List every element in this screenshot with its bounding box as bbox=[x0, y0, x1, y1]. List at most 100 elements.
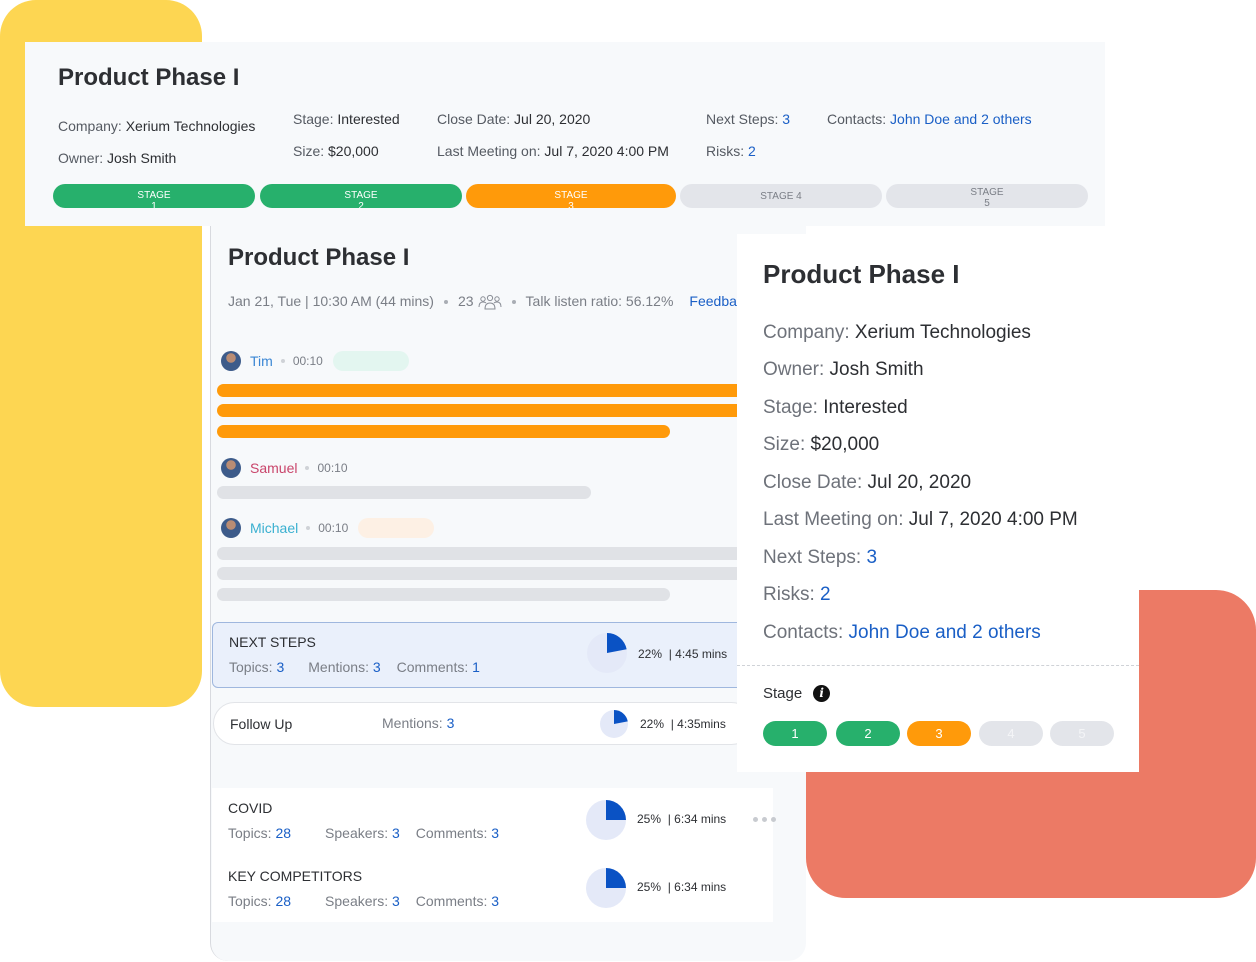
stage-bar-5[interactable]: STAGE 5 bbox=[886, 184, 1088, 208]
stage-bar-4[interactable]: STAGE 4 bbox=[680, 184, 882, 208]
company-field: Company: Xerium Technologies bbox=[763, 322, 1031, 343]
pie-slice bbox=[606, 800, 626, 820]
stage-pill-4[interactable]: 4 bbox=[979, 721, 1043, 746]
stage-section-label: Stage i bbox=[763, 685, 831, 702]
topic-name: KEY COMPETITORS bbox=[228, 868, 363, 884]
transcript-line bbox=[217, 547, 747, 560]
next-steps-field: Next Steps: 3 bbox=[706, 111, 791, 127]
topic-stats: Topics: 28 Speakers: 3 Comments: 3 bbox=[228, 893, 500, 909]
comments-count[interactable]: 1 bbox=[472, 659, 480, 675]
speaker-name[interactable]: Tim bbox=[250, 353, 273, 369]
topic-name: NEXT STEPS bbox=[229, 634, 316, 650]
topic-row-follow-up[interactable]: Follow Up Mentions: 3 22% | 4:35mins bbox=[213, 702, 753, 745]
topic-share: 22% | 4:45 mins bbox=[638, 647, 728, 661]
speaker-name[interactable]: Samuel bbox=[250, 460, 297, 476]
topic-name: Follow Up bbox=[230, 716, 293, 732]
contacts-field: Contacts: John Doe and 2 others bbox=[763, 622, 1041, 643]
topic-share: 22% | 4:35mins bbox=[640, 717, 726, 731]
transcript-line bbox=[217, 567, 747, 580]
comments-count[interactable]: 3 bbox=[491, 825, 499, 841]
topic-share: 25% | 6:34 mins bbox=[637, 880, 727, 894]
owner-field: Owner: Josh Smith bbox=[58, 150, 177, 166]
close-date-field: Close Date: Jul 20, 2020 bbox=[437, 111, 591, 127]
meeting-datetime: Jan 21, Tue | 10:30 AM (44 mins) bbox=[228, 293, 434, 309]
next-steps-field: Next Steps: 3 bbox=[763, 547, 878, 568]
size-field: Size: $20,000 bbox=[763, 434, 880, 455]
mentions-count[interactable]: 3 bbox=[373, 659, 381, 675]
separator-dot bbox=[305, 466, 310, 470]
topics-count[interactable]: 3 bbox=[276, 659, 284, 675]
contacts-field: Contacts: John Doe and 2 others bbox=[827, 111, 1032, 127]
meeting-title: Product Phase I bbox=[228, 244, 410, 271]
speaker-name[interactable]: Michael bbox=[250, 520, 298, 536]
speakers-count[interactable]: 3 bbox=[392, 825, 400, 841]
next-steps-link[interactable]: 3 bbox=[782, 111, 790, 127]
risks-link[interactable]: 2 bbox=[748, 143, 756, 159]
meeting-meta: Jan 21, Tue | 10:30 AM (44 mins) 23 Talk l… bbox=[228, 293, 751, 310]
contacts-link[interactable]: John Doe and 2 others bbox=[890, 111, 1032, 127]
stage-field: Stage: Interested bbox=[293, 111, 400, 127]
stage-bar-3[interactable]: STAGE 3 bbox=[466, 184, 676, 208]
transcript-line bbox=[217, 404, 747, 417]
participant-count: 23 bbox=[457, 293, 474, 309]
stage-pill-1[interactable]: 1 bbox=[763, 721, 827, 746]
more-options-icon[interactable] bbox=[753, 817, 776, 822]
speakers-count[interactable]: 3 bbox=[392, 893, 400, 909]
avatar bbox=[221, 351, 241, 371]
transcript-line bbox=[217, 384, 747, 397]
topic-pie-chart bbox=[586, 868, 626, 908]
topics-list: COVID Topics: 28 Speakers: 3 Comments: 3 2… bbox=[212, 788, 776, 922]
stage-bar-2[interactable]: STAGE 2 bbox=[260, 184, 462, 208]
speaker-tag-pill bbox=[358, 518, 435, 538]
risks-field: Risks: 2 bbox=[706, 143, 756, 159]
transcript-line bbox=[217, 425, 670, 438]
topics-count[interactable]: 28 bbox=[275, 893, 291, 909]
company-field: Company: Xerium Technologies bbox=[58, 118, 256, 134]
next-steps-link[interactable]: 3 bbox=[867, 547, 878, 568]
avatar bbox=[221, 458, 241, 478]
close-date-field: Close Date: Jul 20, 2020 bbox=[763, 472, 972, 493]
speaker-row[interactable]: Tim 00:10 bbox=[221, 351, 409, 371]
owner-field: Owner: Josh Smith bbox=[763, 359, 924, 380]
contacts-link[interactable]: John Doe and 2 others bbox=[849, 622, 1041, 643]
separator-dot bbox=[511, 300, 516, 305]
topics-count[interactable]: 28 bbox=[275, 825, 291, 841]
deal-summary-card: Product Phase I Company: Xerium Technolo… bbox=[25, 42, 1105, 226]
risks-field: Risks: 2 bbox=[763, 584, 831, 605]
topic-pie-chart bbox=[600, 710, 628, 738]
stage-field: Stage: Interested bbox=[763, 397, 908, 418]
stage-bar-1[interactable]: STAGE 1 bbox=[53, 184, 255, 208]
speaker-row[interactable]: Samuel 00:10 bbox=[221, 458, 358, 478]
pie-slice bbox=[606, 868, 626, 888]
stage-pill-3[interactable]: 3 bbox=[907, 721, 971, 746]
deal-title: Product Phase I bbox=[58, 64, 240, 91]
deal-detail-card: Product Phase I Company: Xerium Technolo… bbox=[737, 234, 1139, 772]
speaker-tag-pill bbox=[332, 351, 409, 371]
stage-pill-2[interactable]: 2 bbox=[836, 721, 900, 746]
topic-stats: Topics: 3 Mentions: 3 Comments: 1 bbox=[229, 659, 480, 675]
topic-pie-chart bbox=[586, 800, 626, 840]
deal-title: Product Phase I bbox=[763, 259, 960, 289]
speaker-row[interactable]: Michael 00:10 bbox=[221, 518, 435, 538]
topic-row-next-steps[interactable]: NEXT STEPS Topics: 3 Mentions: 3 Comments:… bbox=[212, 622, 752, 688]
talk-listen-ratio: Talk listen ratio: 56.12% bbox=[525, 293, 674, 309]
meeting-card: Product Phase I Jan 21, Tue | 10:30 AM (… bbox=[210, 226, 806, 961]
topic-stats: Topics: 28 Speakers: 3 Comments: 3 bbox=[228, 825, 500, 841]
topic-name: COVID bbox=[228, 800, 273, 816]
stage-pill-5[interactable]: 5 bbox=[1050, 721, 1114, 746]
topic-stats: Mentions: 3 bbox=[382, 715, 455, 731]
topic-pie-chart bbox=[587, 633, 627, 673]
last-meeting-field: Last Meeting on: Jul 7, 2020 4:00 PM bbox=[437, 143, 669, 159]
size-field: Size: $20,000 bbox=[293, 143, 379, 159]
risks-link[interactable]: 2 bbox=[820, 584, 831, 605]
speaker-time: 00:10 bbox=[317, 461, 348, 475]
people-icon bbox=[478, 295, 502, 310]
separator-dot bbox=[443, 300, 448, 305]
info-icon[interactable]: i bbox=[813, 685, 831, 702]
mentions-count[interactable]: 3 bbox=[447, 715, 455, 731]
transcript-line bbox=[217, 486, 591, 499]
last-meeting-field: Last Meeting on: Jul 7, 2020 4:00 PM bbox=[763, 509, 1078, 530]
transcript-line bbox=[217, 588, 670, 601]
separator-dot bbox=[280, 359, 285, 363]
comments-count[interactable]: 3 bbox=[491, 893, 499, 909]
